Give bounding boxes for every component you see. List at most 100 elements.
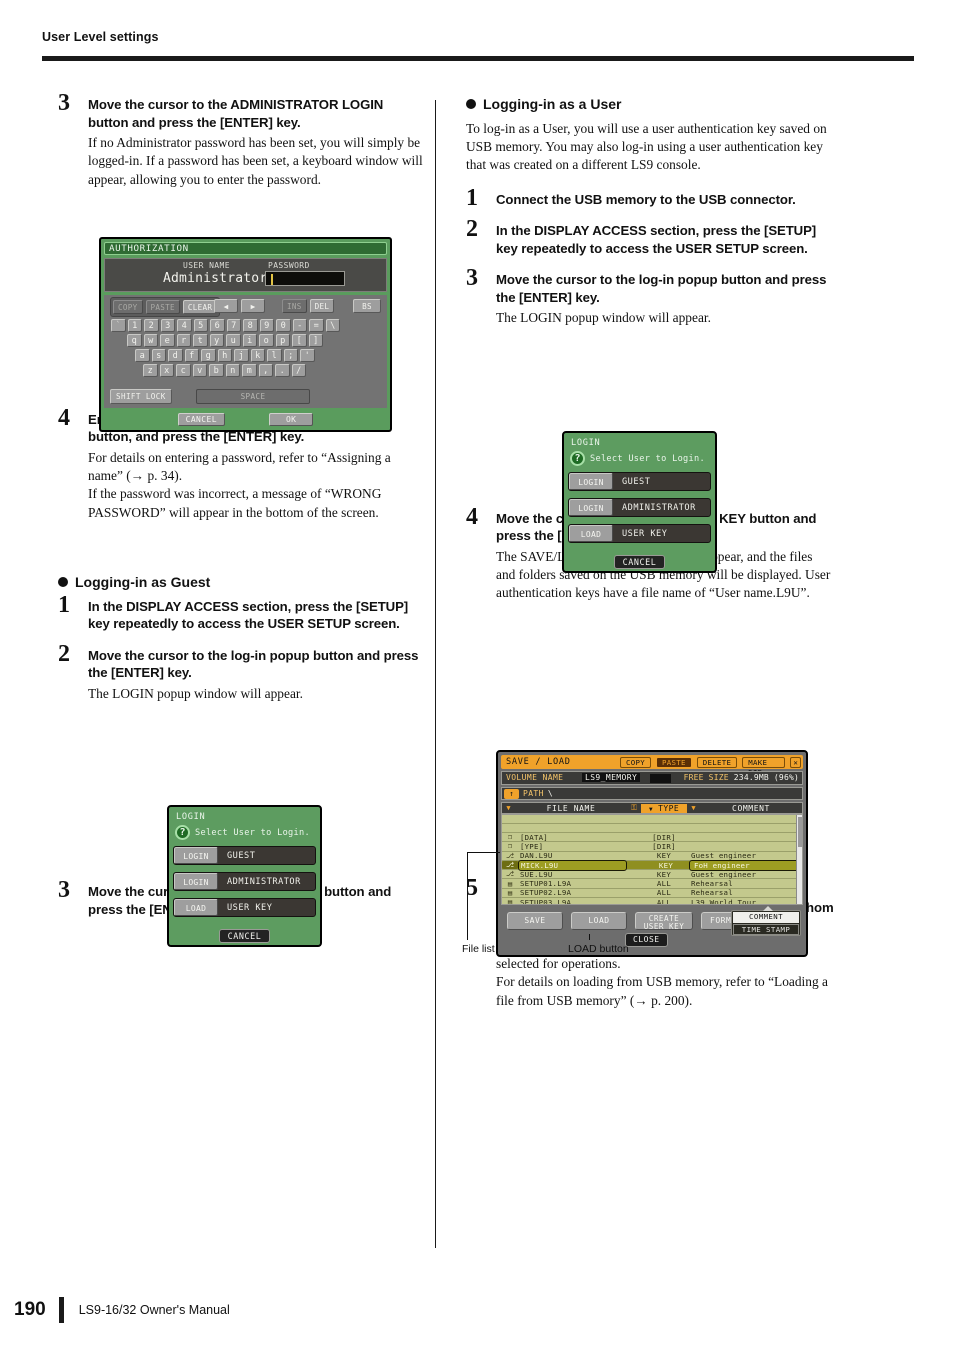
create-user-key-button[interactable]: CREATE USER KEY	[635, 912, 693, 931]
key-5[interactable]: 5	[193, 319, 208, 332]
delete-button[interactable]: DELETE	[696, 756, 738, 768]
bs-button[interactable]: BS	[353, 299, 381, 313]
column-header-type[interactable]: ▼ TYPE	[641, 803, 687, 813]
key-g[interactable]: g	[201, 349, 216, 362]
key-v[interactable]: v	[192, 364, 207, 377]
guest-login-button[interactable]: LOGIN	[174, 847, 218, 864]
key-comma[interactable]: ,	[258, 364, 273, 377]
sort-caret-comment-icon[interactable]: ▼	[687, 804, 700, 812]
key-o[interactable]: o	[259, 334, 274, 347]
column-header-file-name[interactable]: FILE NAME	[515, 804, 627, 813]
key-1[interactable]: 1	[127, 319, 142, 332]
save-button[interactable]: SAVE	[507, 912, 563, 930]
key-7[interactable]: 7	[226, 319, 241, 332]
sort-caret-name-icon[interactable]: ▼	[502, 804, 515, 812]
key-e[interactable]: e	[160, 334, 175, 347]
key-x[interactable]: x	[159, 364, 174, 377]
key-m[interactable]: m	[242, 364, 257, 377]
key-0[interactable]: 0	[276, 319, 291, 332]
parent-directory-icon[interactable]: ↑	[504, 788, 519, 799]
key-2[interactable]: 2	[144, 319, 159, 332]
password-input[interactable]	[265, 271, 345, 286]
key-backtick[interactable]: `	[111, 319, 126, 332]
load-button[interactable]: LOAD	[571, 912, 627, 930]
key-apostrophe[interactable]: '	[300, 349, 315, 362]
key-a[interactable]: a	[135, 349, 150, 362]
key-f[interactable]: f	[184, 349, 199, 362]
key-n[interactable]: n	[225, 364, 240, 377]
key-bracket-left[interactable]: [	[292, 334, 307, 347]
key-slash[interactable]: /	[291, 364, 306, 377]
key-semicolon[interactable]: ;	[283, 349, 298, 362]
close-button[interactable]: CLOSE	[625, 933, 668, 947]
key-i[interactable]: i	[242, 334, 257, 347]
shift-lock-button[interactable]: SHIFT LOCK	[110, 389, 172, 404]
arrow-right-icon[interactable]: ▶	[241, 299, 265, 313]
table-row[interactable]: ❐ [YPE] [DIR]	[502, 842, 802, 852]
paste-button[interactable]: PASTE	[145, 300, 180, 314]
key-t[interactable]: t	[193, 334, 208, 347]
scrollbar-thumb[interactable]	[798, 817, 802, 847]
file-list[interactable]: ❐ [DATA] [DIR] ❐ [YPE] [DIR] ⎇ DAN.L9U K…	[501, 814, 803, 905]
key-bracket-right[interactable]: ]	[308, 334, 323, 347]
close-icon[interactable]: ✕	[790, 756, 801, 768]
table-row[interactable]: ⎇ SUE.L9U KEY Guest engineer	[502, 870, 802, 880]
key-z[interactable]: z	[143, 364, 158, 377]
key-minus[interactable]: -	[292, 319, 307, 332]
space-button[interactable]: SPACE	[196, 389, 310, 404]
key-q[interactable]: q	[127, 334, 142, 347]
login-row-user-key[interactable]: LOAD USER KEY	[173, 898, 316, 917]
key-k[interactable]: k	[250, 349, 265, 362]
guest-login-button[interactable]: LOGIN	[569, 473, 613, 490]
login-row-user-key[interactable]: LOAD USER KEY	[568, 524, 711, 543]
table-row[interactable]: ▤ SETUP01.L9A ALL Rehearsal	[502, 879, 802, 889]
login-cancel-button[interactable]: CANCEL	[613, 555, 666, 569]
make-dir-button[interactable]: MAKE DIR	[742, 756, 786, 777]
login-row-administrator[interactable]: LOGIN ADMINISTRATOR	[568, 498, 711, 517]
key-6[interactable]: 6	[210, 319, 225, 332]
file-list-scrollbar[interactable]	[796, 815, 802, 904]
key-j[interactable]: j	[234, 349, 249, 362]
key-y[interactable]: y	[209, 334, 224, 347]
key-w[interactable]: w	[143, 334, 158, 347]
ok-button[interactable]: OK	[268, 412, 314, 426]
paste-button[interactable]: PASTE	[656, 756, 692, 768]
key-c[interactable]: c	[176, 364, 191, 377]
key-9[interactable]: 9	[259, 319, 274, 332]
arrow-left-icon[interactable]: ◀	[214, 299, 238, 313]
table-row[interactable]: ▤ SETUP02.L9A ALL Rehearsal	[502, 888, 802, 899]
key-u[interactable]: u	[226, 334, 241, 347]
administrator-login-button[interactable]: LOGIN	[569, 499, 613, 516]
key-l[interactable]: l	[267, 349, 282, 362]
login-row-guest[interactable]: LOGIN GUEST	[173, 846, 316, 865]
cancel-button[interactable]: CANCEL	[177, 412, 225, 426]
sort-time-stamp-option[interactable]: TIME STAMP	[733, 924, 799, 935]
key-3[interactable]: 3	[160, 319, 175, 332]
copy-button[interactable]: COPY	[113, 300, 143, 314]
login-row-administrator[interactable]: LOGIN ADMINISTRATOR	[173, 872, 316, 891]
sort-comment-option[interactable]: COMMENT	[733, 912, 799, 923]
del-button[interactable]: DEL	[309, 299, 335, 313]
load-user-key-button[interactable]: LOAD	[174, 899, 218, 916]
table-row-selected[interactable]: ⎇ MICK.L9U KEY FoH engineer	[502, 859, 802, 871]
key-equals[interactable]: =	[309, 319, 324, 332]
key-r[interactable]: r	[176, 334, 191, 347]
key-4[interactable]: 4	[177, 319, 192, 332]
login-cancel-button[interactable]: CANCEL	[218, 929, 271, 943]
login-row-guest[interactable]: LOGIN GUEST	[568, 472, 711, 491]
load-user-key-button[interactable]: LOAD	[569, 525, 613, 542]
key-h[interactable]: h	[217, 349, 232, 362]
column-header-comment[interactable]: COMMENT	[700, 804, 802, 813]
ins-button[interactable]: INS	[282, 299, 307, 313]
table-row[interactable]: ▤ SETUP03.L9A ALL L39 World Tour	[502, 898, 802, 904]
key-s[interactable]: s	[151, 349, 166, 362]
key-backslash[interactable]: \	[325, 319, 340, 332]
key-d[interactable]: d	[168, 349, 183, 362]
key-p[interactable]: p	[275, 334, 290, 347]
key-8[interactable]: 8	[243, 319, 258, 332]
key-period[interactable]: .	[275, 364, 290, 377]
table-row[interactable]: ❐ [DATA] [DIR]	[502, 833, 802, 843]
copy-button[interactable]: COPY	[620, 756, 651, 768]
clear-button[interactable]: CLEAR	[182, 300, 218, 314]
key-b[interactable]: b	[209, 364, 224, 377]
